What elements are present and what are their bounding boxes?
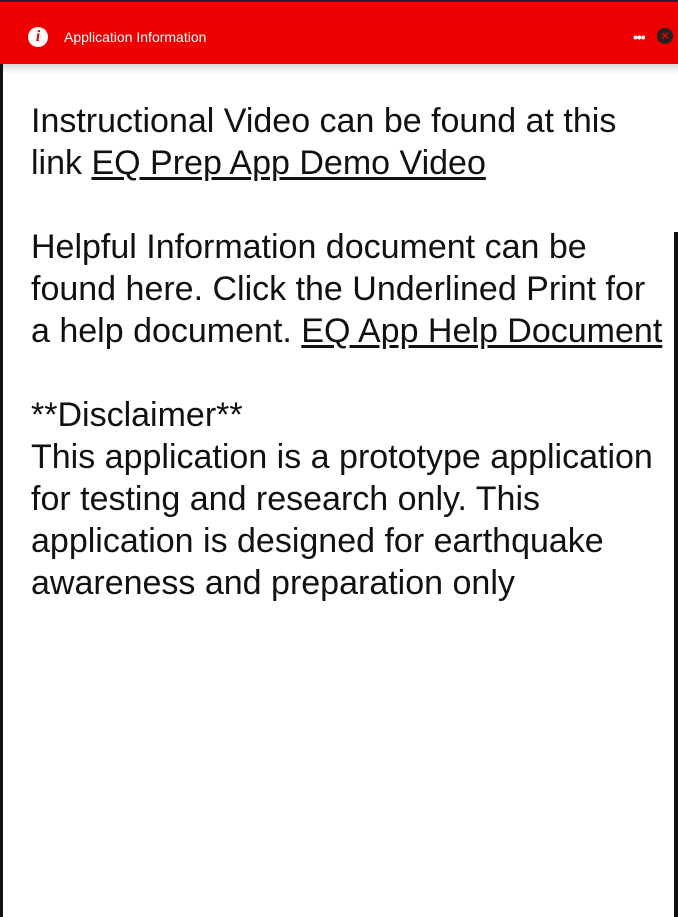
info-icon: i bbox=[28, 27, 48, 47]
window-border bbox=[0, 64, 3, 917]
more-options-icon[interactable]: ••• bbox=[633, 28, 646, 46]
help-paragraph: Helpful Information document can be foun… bbox=[31, 226, 671, 352]
window-title: Application Information bbox=[64, 29, 207, 45]
demo-video-link[interactable]: EQ Prep App Demo Video bbox=[91, 144, 485, 182]
close-icon[interactable]: × bbox=[657, 28, 673, 44]
app-info-window: i Application Information ••• × Instruct… bbox=[0, 0, 678, 917]
help-document-link[interactable]: EQ App Help Document bbox=[301, 312, 662, 350]
disclaimer-heading: **Disclaimer** bbox=[31, 396, 243, 434]
title-bar-shadow bbox=[0, 64, 678, 74]
title-bar: i Application Information ••• × bbox=[0, 0, 678, 64]
scrollbar[interactable] bbox=[674, 232, 678, 917]
disclaimer-text: This application is a prototype applicat… bbox=[31, 438, 653, 602]
video-paragraph: Instructional Video can be found at this… bbox=[31, 100, 671, 184]
info-content: Instructional Video can be found at this… bbox=[31, 100, 671, 604]
